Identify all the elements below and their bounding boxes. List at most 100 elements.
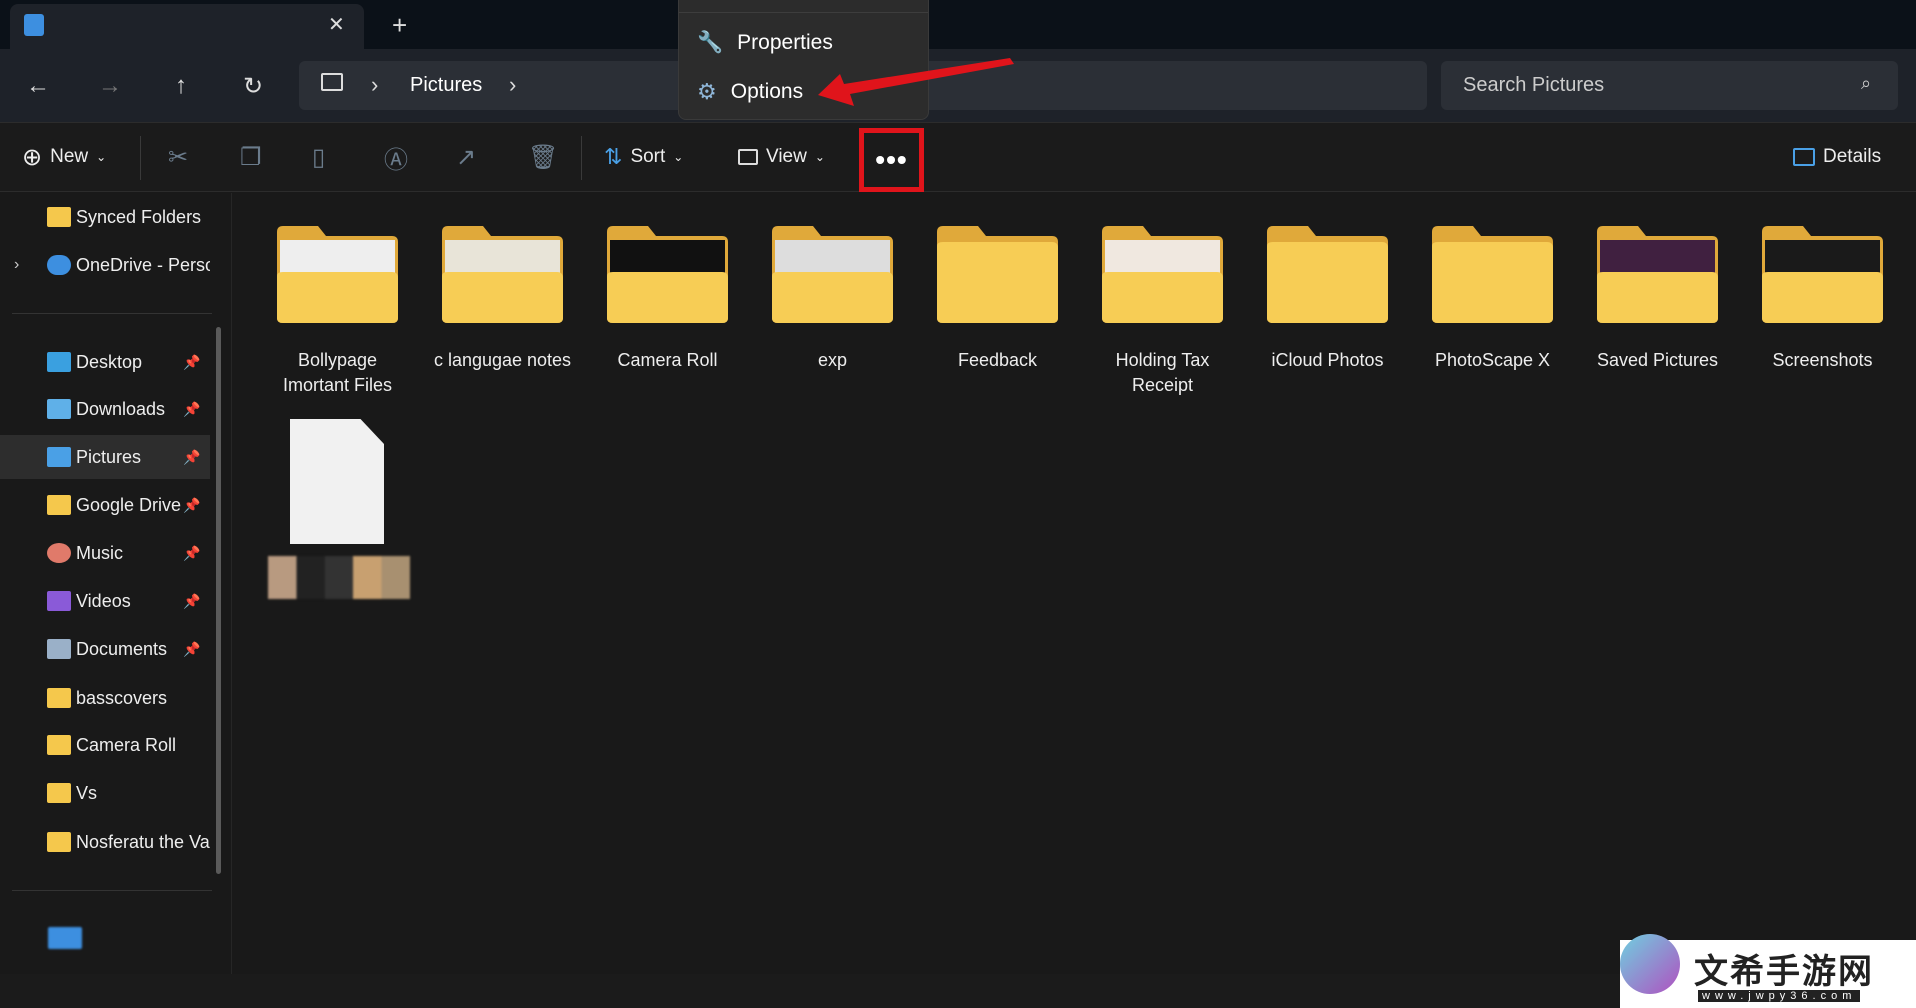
options-label: Options (730, 80, 804, 103)
folder-item[interactable]: Feedback (915, 220, 1080, 400)
sidebar-item-music[interactable]: Music 📌 (0, 531, 210, 575)
sidebar-item-label: Synced Folders (76, 206, 202, 227)
pin-icon: 📌 (183, 353, 201, 370)
folder-name: Camera Roll (617, 350, 718, 370)
view-icon (738, 149, 758, 165)
desktop-icon (47, 352, 71, 372)
folder-name: PhotoScape X (1434, 350, 1551, 370)
pin-icon: 📌 (183, 496, 201, 513)
sidebar-item-label: Nosferatu the Vampyre (76, 831, 210, 852)
sidebar-item-downloads[interactable]: Downloads 📌 (0, 387, 210, 431)
download-icon (47, 399, 71, 419)
up-button[interactable]: ↑ (163, 68, 199, 104)
paste-icon[interactable]: ▯ (312, 140, 325, 174)
folder-name: exp (817, 350, 848, 370)
sidebar-item-synced-folders[interactable]: Synced Folders (0, 195, 210, 239)
sidebar-item-vs[interactable]: Vs (0, 771, 210, 815)
back-button[interactable]: ← (20, 68, 56, 104)
folder-icon (47, 783, 71, 803)
sidebar-item-nosferatu-the-vampyre[interactable]: Nosferatu the Vampyre (0, 820, 210, 864)
forward-button[interactable]: → (92, 68, 128, 104)
sidebar-item-documents[interactable]: Documents 📌 (0, 627, 210, 671)
new-button[interactable]: ⊕ New ⌄ (22, 140, 106, 174)
sidebar-item-label: OneDrive - Personal (76, 254, 210, 275)
breadcrumb-separator[interactable]: › (509, 72, 516, 98)
scrollbar[interactable] (216, 327, 221, 874)
folder-icon (772, 226, 893, 323)
divider (581, 136, 582, 180)
file-name-blurred (268, 556, 410, 599)
divider (12, 313, 212, 314)
new-tab-button[interactable]: + (392, 10, 407, 41)
rename-icon[interactable]: Ⓐ (384, 140, 408, 174)
tab-pictures[interactable]: ✕ (10, 4, 364, 49)
sidebar-item-basscovers[interactable]: basscovers (0, 676, 210, 720)
sidebar-item-desktop[interactable]: Desktop 📌 (0, 340, 210, 384)
command-bar (0, 122, 1916, 192)
menu-item-options[interactable]: ⚙ Options (697, 75, 803, 109)
folder-item[interactable]: Camera Roll (585, 220, 750, 400)
sort-button[interactable]: ⇅ Sort ⌄ (604, 140, 683, 174)
divider (140, 136, 141, 180)
refresh-button[interactable]: ↻ (235, 68, 271, 104)
gear-icon: ⚙ (697, 79, 717, 104)
folder-icon (1762, 226, 1883, 323)
close-tab-button[interactable]: ✕ (328, 12, 345, 37)
sidebar-item-camera-roll[interactable]: Camera Roll (0, 723, 210, 767)
sidebar-item-videos[interactable]: Videos 📌 (0, 579, 210, 623)
folder-icon (1102, 226, 1223, 323)
folder-name: Holding Tax Receipt (1115, 350, 1210, 395)
videos-icon (47, 591, 71, 611)
sidebar-item-pictures[interactable]: Pictures 📌 (0, 435, 210, 479)
search-box[interactable]: Search Pictures ⌕ (1441, 61, 1898, 110)
watermark-url: www.jwpy36.com (1698, 990, 1861, 1002)
folder-icon (47, 735, 71, 755)
folder-item[interactable]: iCloud Photos (1245, 220, 1410, 400)
pin-icon: 📌 (183, 592, 201, 609)
folder-item[interactable]: Holding Tax Receipt (1080, 220, 1245, 400)
folder-item[interactable]: Saved Pictures (1575, 220, 1740, 400)
file-icon[interactable] (290, 419, 384, 544)
sidebar-item-google-drive[interactable]: Google Drive 📌 (0, 483, 210, 527)
sidebar-item-label: basscovers (76, 687, 168, 708)
delete-icon[interactable]: 🗑 (528, 140, 558, 174)
folder-item[interactable]: c langugae notes (420, 220, 585, 400)
chevron-down-icon: ⌄ (814, 150, 825, 164)
pin-icon: 📌 (183, 640, 201, 657)
divider (12, 890, 212, 891)
new-label: New (50, 146, 89, 167)
folder-name: Screenshots (1772, 350, 1873, 370)
folder-icon (937, 226, 1058, 323)
wrench-icon: 🔧 (697, 31, 724, 54)
this-pc-icon[interactable] (48, 927, 82, 949)
sidebar-item-onedrive-personal[interactable]: › OneDrive - Personal (0, 243, 210, 287)
cloud-icon (47, 255, 71, 275)
folder-item[interactable]: exp (750, 220, 915, 400)
share-icon[interactable]: ↗ (456, 140, 476, 174)
folder-item[interactable]: Screenshots (1740, 220, 1905, 400)
folder-name: Saved Pictures (1596, 350, 1719, 370)
cut-icon[interactable]: ✂ (168, 140, 188, 174)
folder-icon (47, 832, 71, 852)
watermark-text: 文希手游网 (1694, 953, 1874, 991)
copy-icon[interactable]: ❐ (240, 140, 262, 174)
chevron-right-icon[interactable]: › (14, 256, 19, 274)
see-more-button[interactable]: ••• (859, 128, 924, 192)
folder-item[interactable]: PhotoScape X (1410, 220, 1575, 400)
folder-icon (442, 226, 563, 323)
view-label: View (766, 146, 807, 167)
pin-icon: 📌 (183, 544, 201, 561)
breadcrumb-pictures[interactable]: Pictures (410, 74, 482, 97)
folder-item[interactable]: Bollypage Imortant Files (255, 220, 420, 400)
menu-divider (679, 12, 928, 13)
search-icon[interactable]: ⌕ (1861, 73, 1871, 94)
watermark-emblem (1620, 934, 1680, 994)
details-button[interactable]: Details (1793, 140, 1881, 174)
folder-icon (607, 226, 728, 323)
folder-icon (47, 495, 71, 515)
view-button[interactable]: View ⌄ (738, 140, 825, 174)
folder-name: Bollypage Imortant Files (282, 350, 393, 395)
folder-name: Feedback (957, 350, 1038, 370)
folder-icon (47, 688, 71, 708)
breadcrumb-separator: › (371, 72, 379, 97)
